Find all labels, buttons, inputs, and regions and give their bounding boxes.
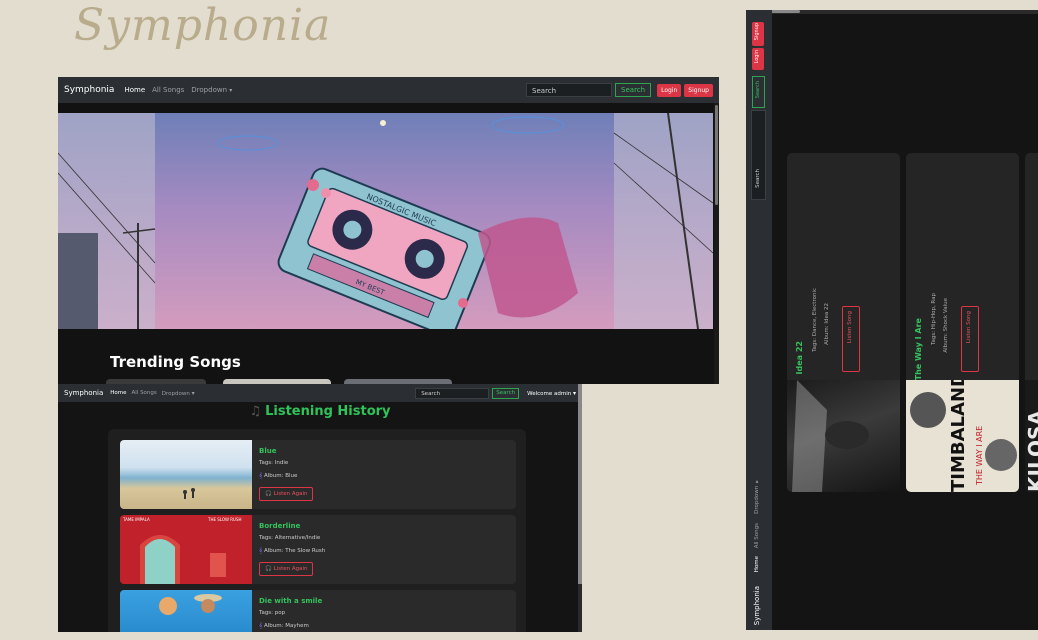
album-cover: TAME IMPALA THE SLOW RUSH	[120, 515, 252, 584]
listen-again-label: Listen Again	[273, 491, 308, 497]
navbar: Symphonia Home All Songs Dropdown ▾ Sear…	[58, 384, 582, 402]
song-tags: Tags: Indie	[259, 460, 289, 466]
list-item: Blue Tags: Indie 𝄞 Album: Blue 🎧 Listen …	[120, 440, 516, 509]
mobile-screenshot: Signup Login Search Search Dropdown ▾ Al…	[746, 10, 1038, 630]
song-tags: Tags: Alternative/Indie	[259, 535, 321, 541]
history-list: Blue Tags: Indie 𝄞 Album: Blue 🎧 Listen …	[108, 429, 526, 632]
listen-again-button[interactable]: 🎧 Listen Again	[259, 487, 314, 501]
album-cover	[120, 440, 252, 509]
cover-text: THE SLOW RUSH	[207, 517, 242, 522]
navbar: Signup Login Search Search Dropdown ▾ Al…	[746, 10, 772, 630]
cover-text: TAME IMPALA	[122, 517, 150, 522]
cassette-illustration: NOSTALGIC MUSIC MY BEST	[58, 113, 713, 329]
song-tags: Tags: Hip-Hop, Rap	[931, 293, 937, 345]
nav-dropdown-label: Dropdown	[191, 86, 228, 94]
song-card: Idea 22 Tags: Dance, Electronic Album: I…	[787, 153, 900, 492]
list-item: Die with a smile Tags: pop 𝄞 Album: Mayh…	[120, 590, 516, 632]
caret-down-icon: ▾	[229, 87, 233, 94]
caret-down-icon: ▾	[754, 478, 760, 484]
navbar-brand[interactable]: Symphonia	[64, 85, 114, 95]
listen-again-button[interactable]: 🎧 Listen Again	[259, 562, 314, 576]
album-cover	[120, 590, 252, 632]
nav-all-songs[interactable]: All Songs	[754, 523, 760, 548]
search-placeholder: Search	[755, 169, 761, 188]
home-screenshot: Symphonia Home All Songs Dropdown ▾ Sear…	[58, 77, 719, 384]
list-item: TAME IMPALA THE SLOW RUSH Borderline Tag…	[120, 515, 516, 584]
search-input[interactable]: Search	[526, 83, 613, 97]
headphones-icon: 🎧	[265, 491, 272, 497]
song-title[interactable]: The Way I Are	[914, 318, 923, 380]
headphones-icon: 🎧	[265, 566, 272, 572]
song-card: KILOSA	[1025, 153, 1038, 492]
search-input[interactable]: Search	[751, 110, 766, 200]
song-album: 𝄞 Album: Mayhem	[259, 623, 309, 630]
song-title[interactable]: Borderline	[259, 522, 300, 530]
login-button[interactable]: Login	[657, 83, 682, 97]
album-icon: 𝄞	[259, 548, 263, 554]
navbar: Symphonia Home All Songs Dropdown ▾ Sear…	[58, 77, 719, 103]
song-card: The Way I Are Tags: Hip-Hop, Rap Album: …	[906, 153, 1019, 492]
user-dropdown[interactable]: Welcome admin ▾	[527, 390, 576, 397]
nav-home[interactable]: Home	[754, 556, 760, 572]
search-button[interactable]: Search	[615, 83, 652, 97]
signup-label: Signup	[754, 23, 760, 41]
search-input[interactable]: Search	[415, 387, 490, 399]
music-note-icon: ♫	[249, 404, 262, 419]
album-cover: TIMBALAND THE WAY I ARE	[906, 372, 1019, 492]
nav-dropdown[interactable]: Dropdown ▾	[191, 86, 232, 94]
song-album: Album: Shock Value	[943, 298, 949, 353]
song-album-label: Album: The Slow Rush	[264, 548, 326, 554]
album-cover: KILOSA	[1025, 380, 1038, 492]
nav-home[interactable]: Home	[110, 390, 126, 396]
listen-song-button[interactable]: Listen Song	[961, 306, 979, 372]
song-title[interactable]: Blue	[259, 447, 276, 455]
nav-all-songs[interactable]: All Songs	[152, 86, 184, 94]
signup-button[interactable]: Signup	[752, 22, 764, 46]
song-album: 𝄞 Album: Blue	[259, 473, 297, 480]
user-dropdown-label: Welcome admin	[527, 390, 572, 397]
navbar-brand[interactable]: Symphonia	[64, 389, 103, 397]
song-tags: Tags: Dance, Electronic	[812, 288, 818, 352]
song-album: Album: Idea 22	[824, 303, 830, 345]
caret-down-icon: ▾	[191, 389, 195, 397]
song-album: 𝄞 Album: The Slow Rush	[259, 548, 325, 555]
nav-home[interactable]: Home	[124, 86, 145, 94]
album-icon: 𝄞	[259, 473, 263, 479]
hero-banner: NOSTALGIC MUSIC MY BEST	[58, 113, 713, 329]
listen-song-button[interactable]: Listen Song	[842, 306, 860, 372]
song-tags: Tags: pop	[259, 610, 286, 616]
symphonia-logo: Symphonia	[74, 0, 332, 51]
song-album-label: Album: Mayhem	[264, 623, 309, 629]
login-button[interactable]: Login	[752, 48, 764, 70]
listen-song-label: Listen Song	[847, 311, 853, 344]
page-title: ♫ Listening History	[58, 404, 582, 419]
song-album-label: Album: Blue	[264, 473, 298, 479]
scrollbar-thumb[interactable]	[715, 105, 718, 205]
album-cover	[787, 380, 900, 492]
scrollbar-thumb[interactable]	[578, 384, 582, 584]
nav-dropdown[interactable]: Dropdown ▾	[754, 478, 760, 514]
search-button-label: Search	[755, 81, 761, 99]
login-label: Login	[754, 50, 760, 64]
nav-dropdown-label: Dropdown	[161, 390, 190, 397]
search-button[interactable]: Search	[752, 76, 765, 108]
caret-down-icon: ▾	[572, 389, 576, 397]
history-screenshot: Symphonia Home All Songs Dropdown ▾ Sear…	[58, 384, 582, 632]
cover-text: KILOSA	[1025, 410, 1038, 492]
signup-button[interactable]: Signup	[684, 83, 713, 97]
trending-songs-heading: Trending Songs	[110, 353, 241, 371]
album-icon: 𝄞	[259, 623, 263, 629]
nav-dropdown[interactable]: Dropdown ▾	[162, 390, 195, 397]
nav-all-songs[interactable]: All Songs	[132, 390, 157, 396]
song-title[interactable]: Die with a smile	[259, 597, 322, 605]
song-title[interactable]: Idea 22	[795, 341, 804, 374]
page-title-text: Listening History	[265, 404, 391, 419]
listen-again-label: Listen Again	[273, 566, 308, 572]
navbar-brand[interactable]: Symphonia	[753, 586, 761, 625]
search-button[interactable]: Search	[492, 387, 520, 399]
listen-song-label: Listen Song	[966, 311, 972, 344]
cover-subtext: THE WAY I ARE	[975, 426, 984, 486]
nav-dropdown-label: Dropdown	[754, 485, 760, 514]
cover-text: TIMBALAND	[948, 380, 969, 492]
